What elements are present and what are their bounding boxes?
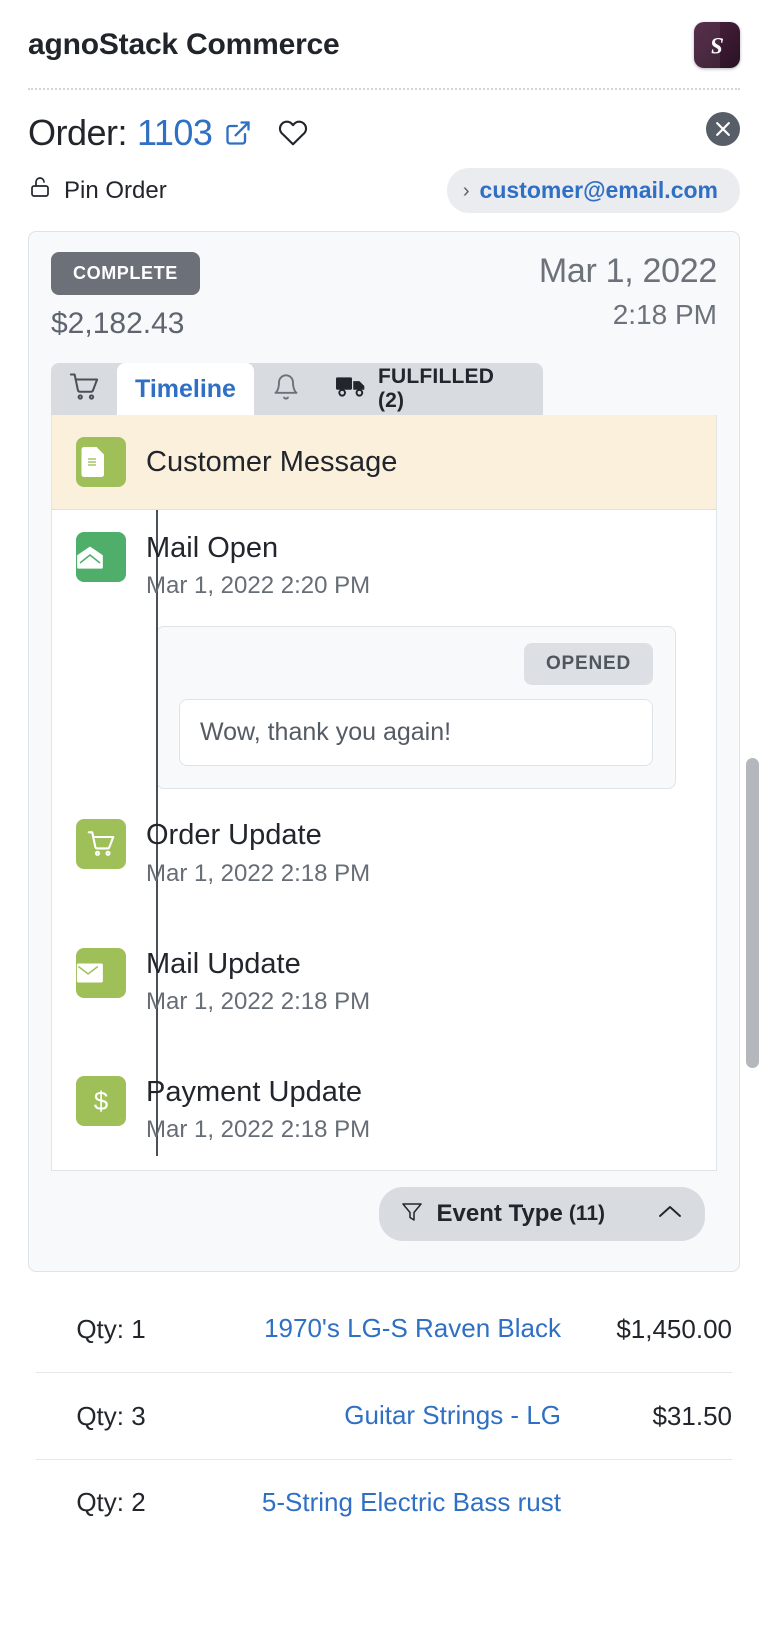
- order-number[interactable]: 1103: [137, 112, 213, 154]
- customer-message-banner[interactable]: Customer Message: [52, 415, 716, 510]
- event-title: Mail Update: [146, 947, 301, 980]
- order-line-items: Qty: 1 1970's LG-S Raven Black $1,450.00…: [0, 1286, 768, 1545]
- order-summary-card: COMPLETE $2,182.43 Mar 1, 2022 2:18 PM T…: [28, 231, 740, 1273]
- line-item-qty: Qty: 1: [76, 1313, 146, 1344]
- app-header: agnoStack Commerce S: [0, 0, 768, 88]
- close-button[interactable]: [706, 112, 740, 146]
- mail-icon: [76, 947, 126, 1016]
- summary-right: Mar 1, 2022 2:18 PM: [539, 252, 717, 331]
- order-time: 2:18 PM: [612, 299, 717, 330]
- timeline-event-text: Mail Open Mar 1, 2022 2:20 PM: [146, 532, 370, 600]
- tab-cart[interactable]: [51, 363, 117, 415]
- timeline-event-mail-update[interactable]: Mail Update Mar 1, 2022 2:18 PM: [52, 947, 716, 1016]
- heart-icon[interactable]: [278, 118, 308, 148]
- mail-open-icon: [76, 532, 126, 600]
- filter-row: Event Type (11): [51, 1171, 717, 1249]
- summary-top-row: COMPLETE $2,182.43 Mar 1, 2022 2:18 PM: [51, 252, 717, 341]
- event-title: Mail Open: [146, 532, 279, 564]
- brand-logo-glyph: S: [710, 33, 724, 58]
- dollar-icon: $: [76, 1076, 126, 1144]
- timeline-scrollbar[interactable]: [746, 758, 759, 1068]
- chevron-up-icon[interactable]: [657, 1203, 683, 1226]
- timeline-event-order-update[interactable]: Order Update Mar 1, 2022 2:18 PM: [52, 819, 716, 887]
- event-timestamp: Mar 1, 2022 2:20 PM: [146, 572, 371, 600]
- customer-email-label: customer@email.com: [479, 177, 718, 203]
- pin-row: Pin Order › customer@email.com: [0, 154, 768, 213]
- event-timestamp: Mar 1, 2022 2:18 PM: [146, 859, 371, 887]
- customer-email-chip[interactable]: › customer@email.com: [446, 168, 740, 213]
- document-icon: [76, 437, 126, 487]
- order-label: Order:: [28, 112, 128, 153]
- status-badge: COMPLETE: [51, 252, 200, 295]
- bell-icon: [272, 373, 300, 406]
- event-timestamp: Mar 1, 2022 2:18 PM: [146, 1116, 371, 1144]
- table-row[interactable]: Qty: 2 5-String Electric Bass rust: [36, 1460, 732, 1546]
- pin-order-label: Pin Order: [64, 176, 167, 204]
- filter-label: Event Type: [436, 1200, 563, 1228]
- opened-status-chip: OPENED: [523, 643, 653, 686]
- tab-bar: Timeline FULFILLED (2): [51, 363, 543, 415]
- lock-open-icon: [28, 173, 52, 208]
- timeline-panel: Customer Message Mail Open Mar 1, 2022 2…: [51, 415, 717, 1172]
- brand-logo[interactable]: S: [694, 22, 740, 68]
- event-timestamp: Mar 1, 2022 2:18 PM: [146, 988, 371, 1016]
- customer-message-title: Customer Message: [146, 445, 398, 478]
- tab-fulfilled-label: FULFILLED (2): [377, 365, 495, 412]
- app-title: agnoStack Commerce: [28, 28, 340, 61]
- line-item-price: $31.50: [652, 1400, 732, 1431]
- cart-icon: [76, 819, 126, 887]
- order-total: $2,182.43: [51, 307, 185, 340]
- timeline-events: Mail Open Mar 1, 2022 2:20 PM OPENED Wow…: [52, 510, 716, 1170]
- chevron-right-icon: ›: [462, 179, 470, 202]
- order-header: Order: 1103: [0, 90, 768, 154]
- timeline-event-text: Mail Update Mar 1, 2022 2:18 PM: [146, 948, 370, 1016]
- order-date: Mar 1, 2022: [538, 252, 717, 290]
- timeline-event-mail-open[interactable]: Mail Open Mar 1, 2022 2:20 PM: [52, 532, 716, 600]
- customer-reply-message: Wow, thank you again!: [179, 699, 653, 767]
- table-row[interactable]: Qty: 3 Guitar Strings - LG $31.50: [36, 1373, 732, 1460]
- tab-timeline-label: Timeline: [135, 374, 236, 403]
- pin-order-button[interactable]: Pin Order: [28, 173, 167, 208]
- line-item-price: $1,450.00: [616, 1313, 732, 1344]
- external-link-icon[interactable]: [224, 119, 252, 147]
- event-title: Payment Update: [146, 1076, 363, 1109]
- timeline-event-text: Order Update Mar 1, 2022 2:18 PM: [146, 819, 370, 887]
- line-item-name[interactable]: Guitar Strings - LG: [202, 1399, 561, 1433]
- timeline-event-payment-update[interactable]: $ Payment Update Mar 1, 2022 2:18 PM: [52, 1076, 716, 1144]
- filter-count: (11): [568, 1202, 605, 1226]
- cart-icon: [69, 372, 99, 407]
- event-title: Order Update: [146, 819, 322, 852]
- summary-left: COMPLETE $2,182.43: [51, 252, 200, 341]
- truck-icon: [335, 374, 368, 404]
- filter-icon: [401, 1201, 423, 1228]
- event-type-filter-button[interactable]: Event Type (11): [378, 1187, 705, 1242]
- timeline-event-text: Payment Update Mar 1, 2022 2:18 PM: [146, 1076, 370, 1144]
- line-item-qty: Qty: 3: [76, 1400, 146, 1431]
- line-item-name[interactable]: 5-String Electric Bass rust: [202, 1486, 561, 1520]
- tab-fulfilled[interactable]: FULFILLED (2): [318, 363, 543, 415]
- line-item-name[interactable]: 1970's LG-S Raven Black: [202, 1312, 561, 1346]
- tab-timeline[interactable]: Timeline: [117, 363, 254, 415]
- table-row[interactable]: Qty: 1 1970's LG-S Raven Black $1,450.00: [36, 1286, 732, 1374]
- mail-open-detail: OPENED Wow, thank you again!: [156, 626, 676, 790]
- line-item-qty: Qty: 2: [76, 1487, 146, 1518]
- tab-notifications[interactable]: [254, 363, 318, 415]
